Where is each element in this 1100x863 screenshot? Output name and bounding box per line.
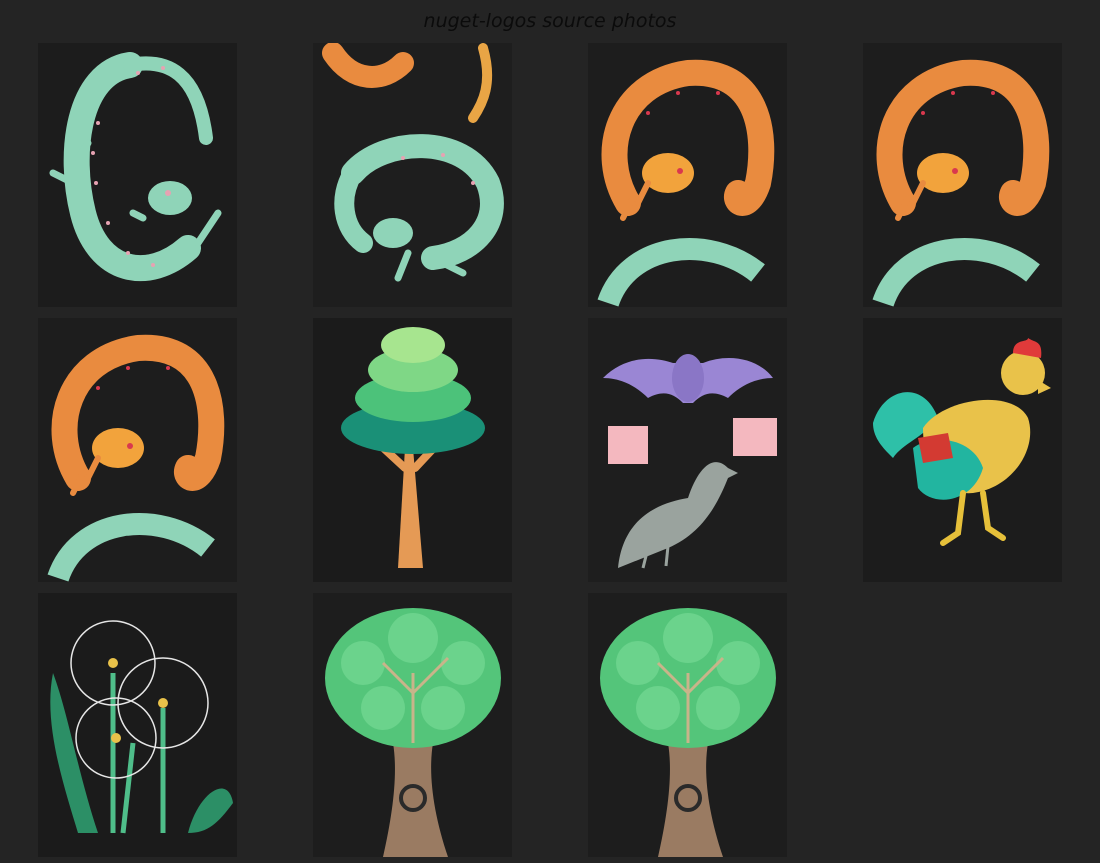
gecko-drawing-image xyxy=(588,43,787,307)
photo-thumbnail-4[interactable] xyxy=(863,43,1062,307)
dandelion-drawing-image xyxy=(38,593,237,857)
gecko-drawing-image xyxy=(863,43,1062,307)
photo-thumbnail-11[interactable] xyxy=(588,593,787,857)
rooster-drawing-image xyxy=(863,318,1062,582)
bat-and-crow-drawing-image xyxy=(588,318,787,582)
oak-tree-drawing-image xyxy=(313,593,512,857)
photo-thumbnail-3[interactable] xyxy=(588,43,787,307)
gecko-drawing-image xyxy=(313,43,512,307)
photo-thumbnail-8[interactable] xyxy=(863,318,1062,582)
photo-thumbnail-2[interactable] xyxy=(313,43,512,307)
page-title: nuget-logos source photos xyxy=(423,10,677,32)
gecko-drawing-image xyxy=(38,318,237,582)
photo-thumbnail-5[interactable] xyxy=(38,318,237,582)
gecko-drawing-image xyxy=(38,43,237,307)
photo-thumbnail-6[interactable] xyxy=(313,318,512,582)
oak-tree-drawing-image xyxy=(588,593,787,857)
photo-thumbnail-1[interactable] xyxy=(38,43,237,307)
photo-thumbnail-10[interactable] xyxy=(313,593,512,857)
photo-thumbnail-9[interactable] xyxy=(38,593,237,857)
photo-thumbnail-7[interactable] xyxy=(588,318,787,582)
tree-drawing-image xyxy=(313,318,512,582)
